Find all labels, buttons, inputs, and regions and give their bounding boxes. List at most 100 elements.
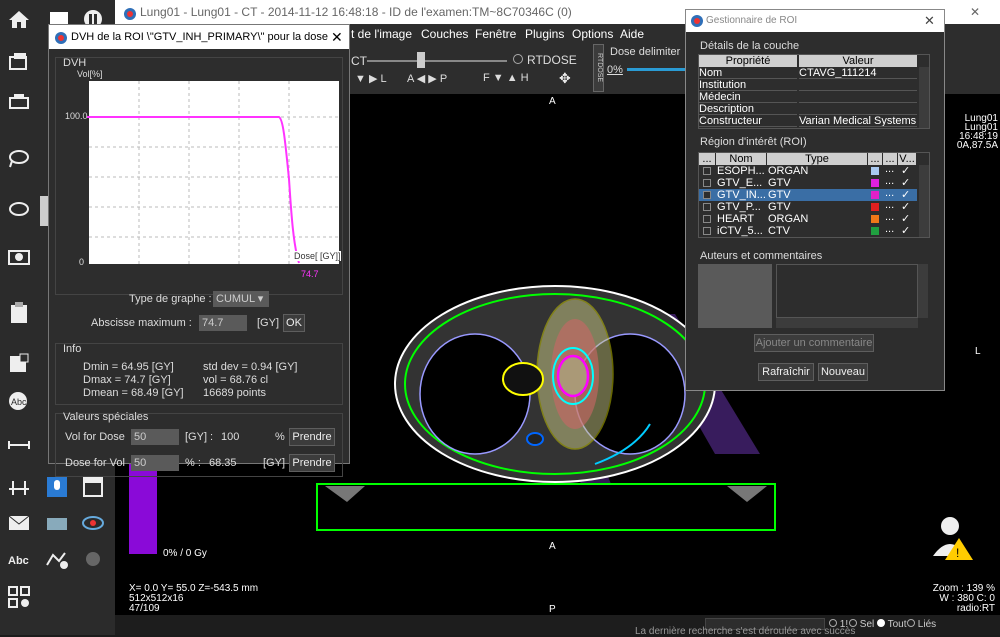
radio-all[interactable]: Tout xyxy=(877,619,907,630)
menu-layers[interactable]: Couches xyxy=(421,24,468,44)
menu-window[interactable]: Fenêtre xyxy=(475,24,516,44)
print-icon[interactable] xyxy=(4,88,34,118)
folder-icon[interactable] xyxy=(42,508,72,538)
roi-row-visible-check-icon[interactable]: ✓ xyxy=(901,213,915,225)
import-icon[interactable] xyxy=(4,48,34,78)
dmean: Dmean = 68.49 [GY] xyxy=(83,387,184,399)
take-dose-button[interactable]: Prendre xyxy=(289,454,335,472)
dose-for-vol-input[interactable]: 50 xyxy=(131,455,179,471)
dose-for-vol-result-unit: [GY] xyxy=(263,457,286,469)
roi-row-edit-icon[interactable]: ... xyxy=(885,187,897,199)
roi-row-checkbox[interactable] xyxy=(703,167,711,175)
layout-icon[interactable] xyxy=(4,582,34,612)
roi-row-visible-check-icon[interactable]: ✓ xyxy=(901,201,915,213)
roi-row-edit-icon[interactable]: ... xyxy=(885,235,897,237)
points: 16689 points xyxy=(203,387,266,399)
roi-row-checkbox[interactable] xyxy=(703,179,711,187)
roi-row-checkbox[interactable] xyxy=(703,215,711,223)
home-icon[interactable] xyxy=(4,4,34,34)
move-icon[interactable]: ✥ xyxy=(559,70,571,87)
info-title: Info xyxy=(63,343,82,355)
comments-box[interactable] xyxy=(776,264,918,318)
menu-image[interactable]: t de l'image xyxy=(351,24,412,44)
roi-close-icon[interactable]: ✕ xyxy=(924,10,935,32)
nav-feet-head[interactable]: F ▼ ▲ H xyxy=(483,72,529,84)
roi-row-edit-icon[interactable]: ... xyxy=(885,175,897,187)
refresh-button[interactable]: Rafraîchir xyxy=(758,363,814,381)
dmin: Dmin = 64.95 [GY] xyxy=(83,361,174,373)
roi-row-edit-icon[interactable]: ... xyxy=(885,223,897,235)
menu-plugins[interactable]: Plugins xyxy=(525,24,564,44)
roi-row-visible-check-icon[interactable]: ✓ xyxy=(901,165,915,177)
nav-ant-post[interactable]: A ◀ ▶ P xyxy=(407,72,447,85)
ruler-icon[interactable] xyxy=(4,430,34,460)
roi-row-color-swatch[interactable] xyxy=(871,167,879,175)
export-icon[interactable] xyxy=(4,348,34,378)
lasso-icon[interactable] xyxy=(4,144,34,174)
dvh-body: DVH Vol[%] 100.0 0 Dose[ [GY]] 74.7 Type… xyxy=(49,49,349,477)
circle-icon[interactable] xyxy=(78,544,108,574)
screen-icon[interactable] xyxy=(4,244,34,274)
take-vol-button[interactable]: Prendre xyxy=(289,428,335,446)
author-avatar xyxy=(698,264,772,328)
dvh-xlabel: Dose[ [GY]] xyxy=(294,251,341,261)
roi-row-checkbox[interactable] xyxy=(703,227,711,235)
clipboard-icon[interactable] xyxy=(4,298,34,328)
roi-row-edit-icon[interactable]: ... xyxy=(885,199,897,211)
layer-value xyxy=(799,79,917,91)
menu-help[interactable]: Aide xyxy=(620,24,644,44)
roi-section-title: Région d'intérêt (ROI) xyxy=(700,136,807,148)
roi-row-checkbox[interactable] xyxy=(703,203,711,211)
abscissa-input[interactable]: 74.7 xyxy=(199,315,247,331)
menu-options[interactable]: Options xyxy=(572,24,613,44)
stddev: std dev = 0.94 [GY] xyxy=(203,361,298,373)
vol-for-dose-input[interactable]: 50 xyxy=(131,429,179,445)
ct-slider-thumb[interactable] xyxy=(417,52,425,68)
dvh-close-icon[interactable]: ✕ xyxy=(331,25,343,49)
dvh-graph-title: DVH xyxy=(63,57,87,69)
roi-row-color-swatch[interactable] xyxy=(871,203,879,211)
roi-row-visible-check-icon[interactable]: ✓ xyxy=(901,189,915,201)
roi-row-color-swatch[interactable] xyxy=(871,179,879,187)
layer-table: Propriété Valeur Nom CTAVG_111214 Institut… xyxy=(698,54,930,129)
roi-row-type: CTV xyxy=(768,237,866,238)
rtdose-radio[interactable] xyxy=(513,54,523,64)
abc-annotation-icon[interactable]: Abc xyxy=(4,386,34,416)
angle-icon[interactable] xyxy=(4,472,34,502)
abc-text-icon[interactable]: Abc xyxy=(4,544,34,574)
roi-row-checkbox[interactable] xyxy=(703,191,711,199)
layer-scrollbar[interactable] xyxy=(919,67,929,128)
add-comment-button[interactable]: Ajouter un commentaire xyxy=(754,334,874,352)
rt-lasso-icon[interactable] xyxy=(4,194,34,224)
dvh-y0: 0 xyxy=(79,257,85,267)
roi-header-name: Nom xyxy=(716,153,766,165)
roi-row-edit-icon[interactable]: ... xyxy=(885,211,897,223)
graph-add-icon[interactable] xyxy=(42,544,72,574)
radio-linked[interactable]: Liés xyxy=(907,619,936,630)
roi-row-visible-check-icon[interactable]: ✓ xyxy=(901,177,915,189)
vol-for-dose-result: 100 xyxy=(221,431,240,443)
nav-left-right[interactable]: ▼ ▶ L xyxy=(355,72,387,85)
roi-scrollbar[interactable] xyxy=(919,165,929,237)
roi-row-color-swatch[interactable] xyxy=(871,227,879,235)
comments-hscrollbar[interactable] xyxy=(776,318,918,328)
close-icon[interactable]: ✕ xyxy=(970,0,980,24)
vol-for-dose-label: Vol for Dose xyxy=(65,431,125,443)
roi-row[interactable]: iCTV_5...CTV... ✓ xyxy=(768,235,915,238)
new-button[interactable]: Nouveau xyxy=(818,363,868,381)
dose-slider[interactable] xyxy=(627,68,687,71)
roi-row-color-swatch[interactable] xyxy=(871,191,879,199)
graph-type-select[interactable]: CUMUL ▾ xyxy=(213,291,269,307)
comments-scrollbar[interactable] xyxy=(918,264,928,318)
roi-row-visible-check-icon[interactable]: ✓ xyxy=(901,225,915,237)
ct-slider[interactable] xyxy=(367,60,507,62)
roi-row-visible-check-icon[interactable]: ✓ xyxy=(901,237,915,238)
roi-row-edit-icon[interactable]: ... xyxy=(885,163,897,175)
envelope-icon[interactable] xyxy=(4,508,34,538)
layer-value xyxy=(799,91,917,103)
roi-row-color-swatch[interactable] xyxy=(871,215,879,223)
roi-row-type: ORGAN xyxy=(768,213,809,225)
info-bottom-right: Zoom : 139 % W : 380 C: 0 radio:RT xyxy=(932,583,995,614)
eye-icon[interactable] xyxy=(78,508,108,538)
ok-button[interactable]: OK xyxy=(283,314,305,332)
